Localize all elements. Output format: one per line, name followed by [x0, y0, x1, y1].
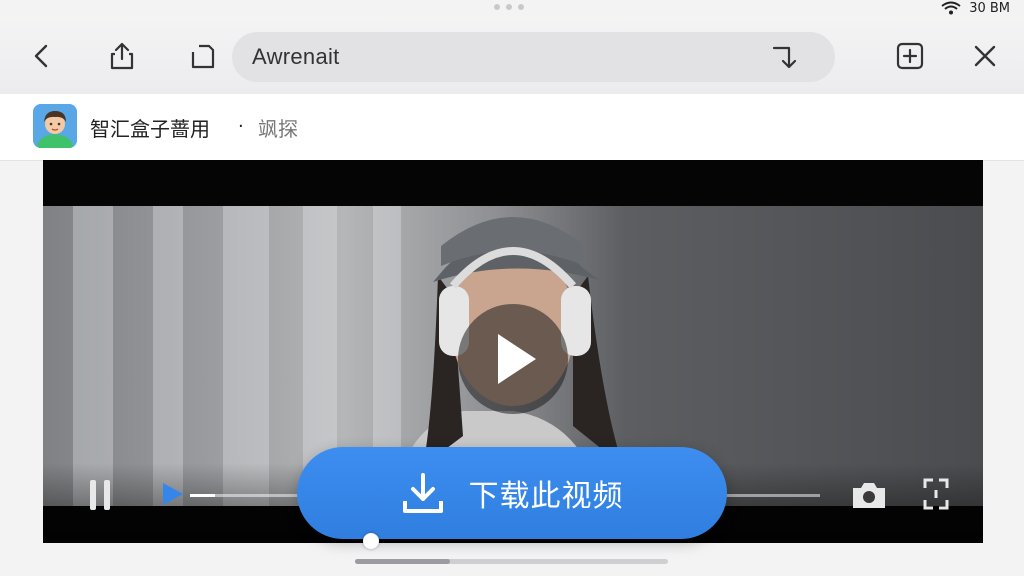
share-button[interactable] — [106, 40, 138, 72]
pause-button[interactable] — [87, 478, 115, 512]
center-play-button[interactable] — [458, 304, 568, 414]
download-video-button[interactable]: 下载此视频 — [297, 447, 727, 539]
reload-button[interactable] — [187, 40, 219, 72]
chevron-left-icon — [34, 44, 48, 68]
scrub-handle[interactable] — [363, 533, 379, 549]
status-bar: 30 BM — [941, 0, 1010, 16]
url-text[interactable]: Awrenait — [252, 44, 340, 70]
download-icon — [402, 473, 443, 513]
channel-name[interactable]: 智汇盒子蔷用 — [90, 113, 210, 142]
follow-link[interactable]: 飒探 — [258, 113, 298, 142]
status-time: 30 BM — [969, 0, 1010, 16]
reload-icon — [191, 44, 215, 69]
close-icon — [974, 45, 996, 67]
plus-square-icon — [896, 42, 924, 70]
play-icon-small — [163, 483, 183, 505]
fullscreen-button[interactable] — [921, 476, 951, 512]
wifi-icon — [941, 1, 961, 15]
fullscreen-icon — [923, 478, 949, 510]
share-icon — [110, 42, 134, 70]
channel-header: 智汇盒子蔷用 · 飒探 — [0, 94, 1024, 161]
close-button[interactable] — [969, 40, 1001, 72]
arrow-turn-down-icon — [772, 46, 797, 69]
address-bar[interactable]: Awrenait — [232, 32, 835, 82]
pause-icon — [90, 480, 110, 510]
browser-toolbar: Awrenait — [0, 16, 1024, 94]
channel-separator: · — [238, 116, 244, 137]
camera-icon — [853, 483, 885, 508]
progress-fill — [190, 494, 216, 497]
avatar-face-icon — [33, 104, 77, 148]
new-tab-button[interactable] — [894, 40, 926, 72]
go-button[interactable] — [769, 42, 799, 72]
download-label: 下载此视频 — [468, 479, 624, 514]
play-icon — [498, 334, 536, 384]
home-indicator[interactable] — [355, 559, 668, 564]
window-handle-dots[interactable] — [494, 4, 524, 10]
small-play-button[interactable] — [160, 480, 186, 508]
camera-button[interactable] — [849, 478, 889, 512]
avatar[interactable] — [33, 104, 77, 148]
back-button[interactable] — [26, 40, 58, 72]
